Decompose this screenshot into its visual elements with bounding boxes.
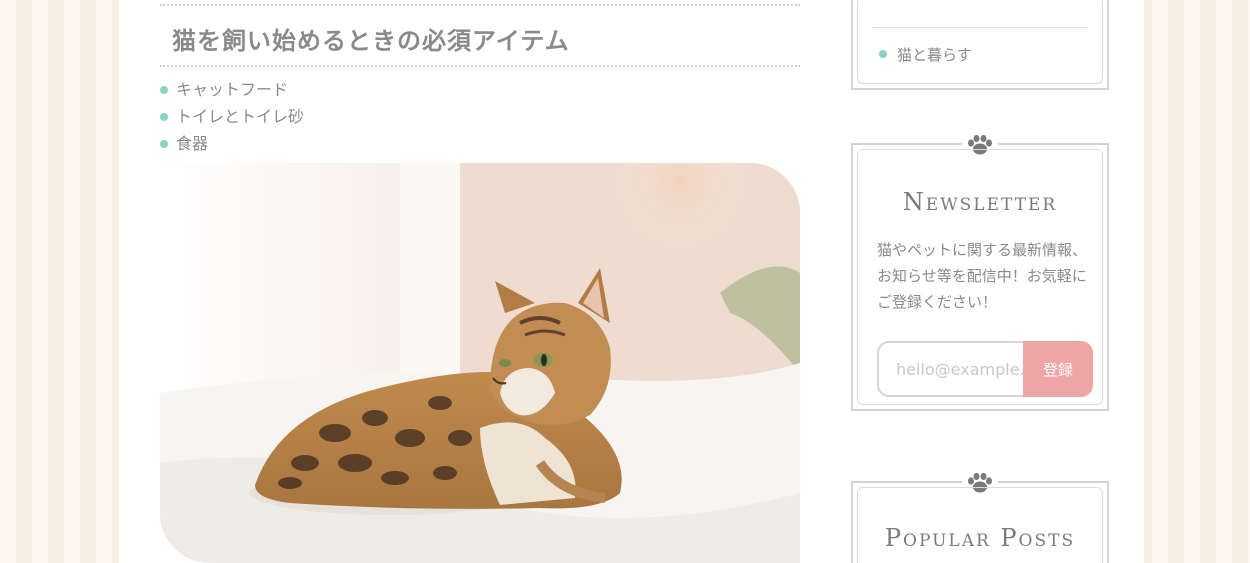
cat-photo: [160, 163, 800, 563]
list-item: キャットフード: [160, 78, 304, 105]
page: 猫を飼い始めるときの必須アイテム キャットフード トイレとトイレ砂 食器 猫と暮…: [119, 0, 1144, 563]
category-widget: 猫と暮らす: [851, 0, 1109, 90]
email-input[interactable]: [877, 341, 1025, 397]
widget-frame: Newsletter 猫やペットに関する最新情報、お知らせ等を配信中！お気軽にご…: [857, 149, 1103, 405]
cat-illustration: [160, 163, 800, 563]
newsletter-widget: Newsletter 猫やペットに関する最新情報、お知らせ等を配信中！お気軽にご…: [851, 133, 1109, 411]
list-item-label: キャットフード: [176, 80, 289, 99]
bullet-icon: [879, 50, 887, 58]
list-item: トイレとトイレ砂: [160, 105, 304, 132]
bullet-icon: [160, 86, 168, 94]
newsletter-form: 登録: [877, 341, 1093, 397]
category-label: 猫と暮らす: [897, 46, 972, 64]
widget-frame: Popular Posts: [857, 487, 1103, 563]
item-list: キャットフード トイレとトイレ砂 食器: [160, 78, 304, 159]
newsletter-title: Newsletter: [902, 188, 1058, 216]
subscribe-button[interactable]: 登録: [1023, 341, 1093, 397]
divider: [873, 27, 1087, 28]
list-item: 食器: [160, 132, 304, 159]
bullet-icon: [160, 140, 168, 148]
list-item-label: 食器: [176, 134, 209, 153]
newsletter-description: 猫やペットに関する最新情報、お知らせ等を配信中！お気軽にご登録ください！: [877, 241, 1088, 311]
list-item-label: トイレとトイレ砂: [176, 107, 305, 126]
bullet-icon: [160, 113, 168, 121]
category-link[interactable]: 猫と暮らす: [879, 44, 972, 65]
popular-posts-title: Popular Posts: [884, 524, 1076, 552]
section-heading-box: 猫を飼い始めるときの必須アイテム: [160, 4, 800, 67]
popular-posts-widget: Popular Posts: [851, 471, 1109, 563]
section-heading: 猫を飼い始めるときの必須アイテム: [172, 27, 570, 55]
widget-frame: 猫と暮らす: [857, 0, 1103, 84]
